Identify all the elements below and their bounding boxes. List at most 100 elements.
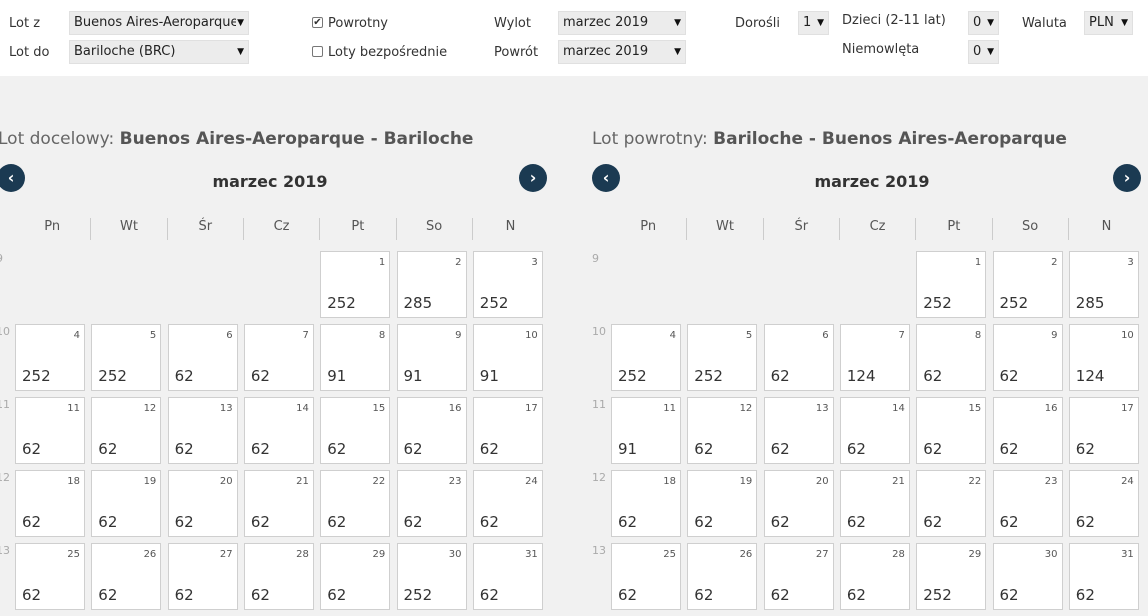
calendar-day-cell[interactable]: 29 252 (916, 543, 987, 610)
calendar-day-cell[interactable]: 4 252 (15, 324, 85, 391)
calendar-day-cell[interactable]: 21 62 (839, 470, 910, 537)
inbound-next-month-button[interactable]: › (1113, 164, 1141, 192)
calendar-day-cell[interactable]: 25 62 (15, 543, 85, 610)
day-price: 62 (22, 586, 42, 604)
day-price: 62 (250, 513, 270, 531)
calendar-day-cell[interactable]: 8 62 (916, 324, 987, 391)
day-number: 12 (143, 403, 157, 414)
origin-select[interactable]: Buenos Aires-Aeroparque ▼ (69, 11, 249, 35)
calendar-day-cell[interactable]: 28 62 (243, 543, 314, 610)
calendar-day-cell[interactable]: 11 62 (15, 397, 85, 464)
calendar-day-cell[interactable]: 17 62 (1068, 397, 1139, 464)
week-number: 9 (0, 252, 3, 265)
weekday-header: Pt (319, 218, 395, 240)
day-number: 28 (892, 549, 905, 560)
calendar-day-cell[interactable]: 19 62 (687, 470, 758, 537)
outbound-route: Buenos Aires-Aeroparque - Bariloche (119, 129, 474, 149)
calendar-day-cell[interactable]: 26 62 (687, 543, 758, 610)
day-price: 62 (770, 367, 790, 385)
calendar-day-cell[interactable]: 27 62 (167, 543, 238, 610)
calendar-day-cell[interactable]: 13 62 (763, 397, 834, 464)
chevron-down-icon: ▼ (986, 12, 994, 34)
day-number: 15 (372, 403, 386, 414)
calendar-day-cell[interactable]: 25 62 (611, 543, 681, 610)
calendar-day-cell[interactable]: 14 62 (243, 397, 314, 464)
day-price: 62 (250, 586, 270, 604)
calendar-day-cell[interactable]: 12 62 (91, 397, 162, 464)
calendar-day-cell[interactable]: 20 62 (167, 470, 238, 537)
calendar-day-cell[interactable]: 23 62 (396, 470, 467, 537)
calendar-day-cell[interactable]: 4 252 (611, 324, 681, 391)
day-number: 26 (143, 549, 157, 560)
calendar-day-cell[interactable]: 14 62 (839, 397, 910, 464)
day-price: 252 (403, 586, 433, 604)
return-month-select[interactable]: marzec 2019 ▼ (558, 40, 686, 64)
calendar-day-cell[interactable]: 11 91 (611, 397, 681, 464)
calendar-day-cell[interactable]: 28 62 (839, 543, 910, 610)
inbound-prev-month-button[interactable]: ‹ (592, 164, 620, 192)
calendar-day-cell[interactable]: 30 62 (992, 543, 1063, 610)
currency-select[interactable]: PLN ▼ (1084, 11, 1133, 35)
calendar-day-cell[interactable]: 26 62 (91, 543, 162, 610)
calendar-day-cell[interactable]: 27 62 (763, 543, 834, 610)
calendar-day-cell[interactable]: 17 62 (472, 397, 543, 464)
return-flight-checkbox[interactable]: ✔ (312, 17, 323, 28)
calendar-day-cell[interactable]: 21 62 (243, 470, 314, 537)
day-price: 91 (618, 440, 638, 458)
calendar-day-cell[interactable]: 12 62 (687, 397, 758, 464)
calendar-day-cell[interactable]: 31 62 (1068, 543, 1139, 610)
calendar-day-cell[interactable]: 29 62 (320, 543, 391, 610)
day-number: 9 (455, 330, 462, 341)
calendar-day-cell[interactable]: 18 62 (611, 470, 681, 537)
outbound-next-month-button[interactable]: › (519, 164, 547, 192)
calendar-day-cell[interactable]: 23 62 (992, 470, 1063, 537)
week-number: 10 (592, 325, 606, 338)
outbound-prev-month-button[interactable]: ‹ (0, 164, 25, 192)
infants-select[interactable]: 0 ▼ (968, 40, 999, 64)
destination-select[interactable]: Bariloche (BRC) ▼ (69, 40, 249, 64)
direct-flights-checkbox[interactable] (312, 46, 323, 57)
weekday-header: N (1067, 218, 1144, 240)
calendar-day-cell[interactable]: 1 252 (916, 251, 987, 318)
adults-select[interactable]: 1 ▼ (798, 11, 829, 35)
calendar-day-cell[interactable]: 10 91 (472, 324, 543, 391)
day-number: 7 (898, 330, 905, 341)
calendar-day-cell[interactable]: 9 62 (992, 324, 1063, 391)
calendar-day-cell[interactable]: 1 252 (320, 251, 391, 318)
calendar-day-cell[interactable]: 3 285 (1068, 251, 1139, 318)
day-number: 29 (968, 549, 982, 560)
outbound-month-title: marzec 2019 (212, 172, 328, 191)
calendar-day-cell[interactable]: 2 285 (396, 251, 467, 318)
calendar-day-cell[interactable]: 15 62 (320, 397, 391, 464)
calendar-day-cell[interactable]: 30 252 (396, 543, 467, 610)
calendar-day-cell[interactable]: 20 62 (763, 470, 834, 537)
calendar-day-cell[interactable]: 18 62 (15, 470, 85, 537)
day-price: 91 (403, 367, 423, 385)
calendar-day-cell[interactable]: 8 91 (320, 324, 391, 391)
calendar-day-cell[interactable]: 5 252 (91, 324, 162, 391)
calendar-day-cell[interactable]: 16 62 (992, 397, 1063, 464)
children-select[interactable]: 0 ▼ (968, 11, 999, 35)
calendar-day-cell[interactable]: 24 62 (1068, 470, 1139, 537)
calendar-day-cell[interactable]: 5 252 (687, 324, 758, 391)
calendar-day-cell[interactable]: 6 62 (167, 324, 238, 391)
calendar-day-cell[interactable]: 22 62 (320, 470, 391, 537)
calendar-day-cell[interactable]: 19 62 (91, 470, 162, 537)
day-price: 252 (923, 586, 952, 604)
calendar-day-cell[interactable]: 10 124 (1068, 324, 1139, 391)
calendar-day-cell[interactable]: 16 62 (396, 397, 467, 464)
calendar-day-cell[interactable]: 2 252 (992, 251, 1063, 318)
calendar-day-cell[interactable]: 9 91 (396, 324, 467, 391)
calendar-day-cell[interactable]: 13 62 (167, 397, 238, 464)
calendar-day-cell[interactable]: 24 62 (472, 470, 543, 537)
departure-month-select[interactable]: marzec 2019 ▼ (558, 11, 686, 35)
day-price: 62 (923, 440, 943, 458)
calendar-day-cell[interactable]: 3 252 (472, 251, 543, 318)
calendar-day-cell[interactable]: 22 62 (916, 470, 987, 537)
calendar-day-cell[interactable]: 6 62 (763, 324, 834, 391)
calendar-day-cell[interactable]: 7 62 (243, 324, 314, 391)
calendar-day-cell[interactable]: 7 124 (839, 324, 910, 391)
calendar-day-cell[interactable]: 31 62 (472, 543, 543, 610)
weekday-header: Pn (44, 219, 61, 234)
calendar-day-cell[interactable]: 15 62 (916, 397, 987, 464)
